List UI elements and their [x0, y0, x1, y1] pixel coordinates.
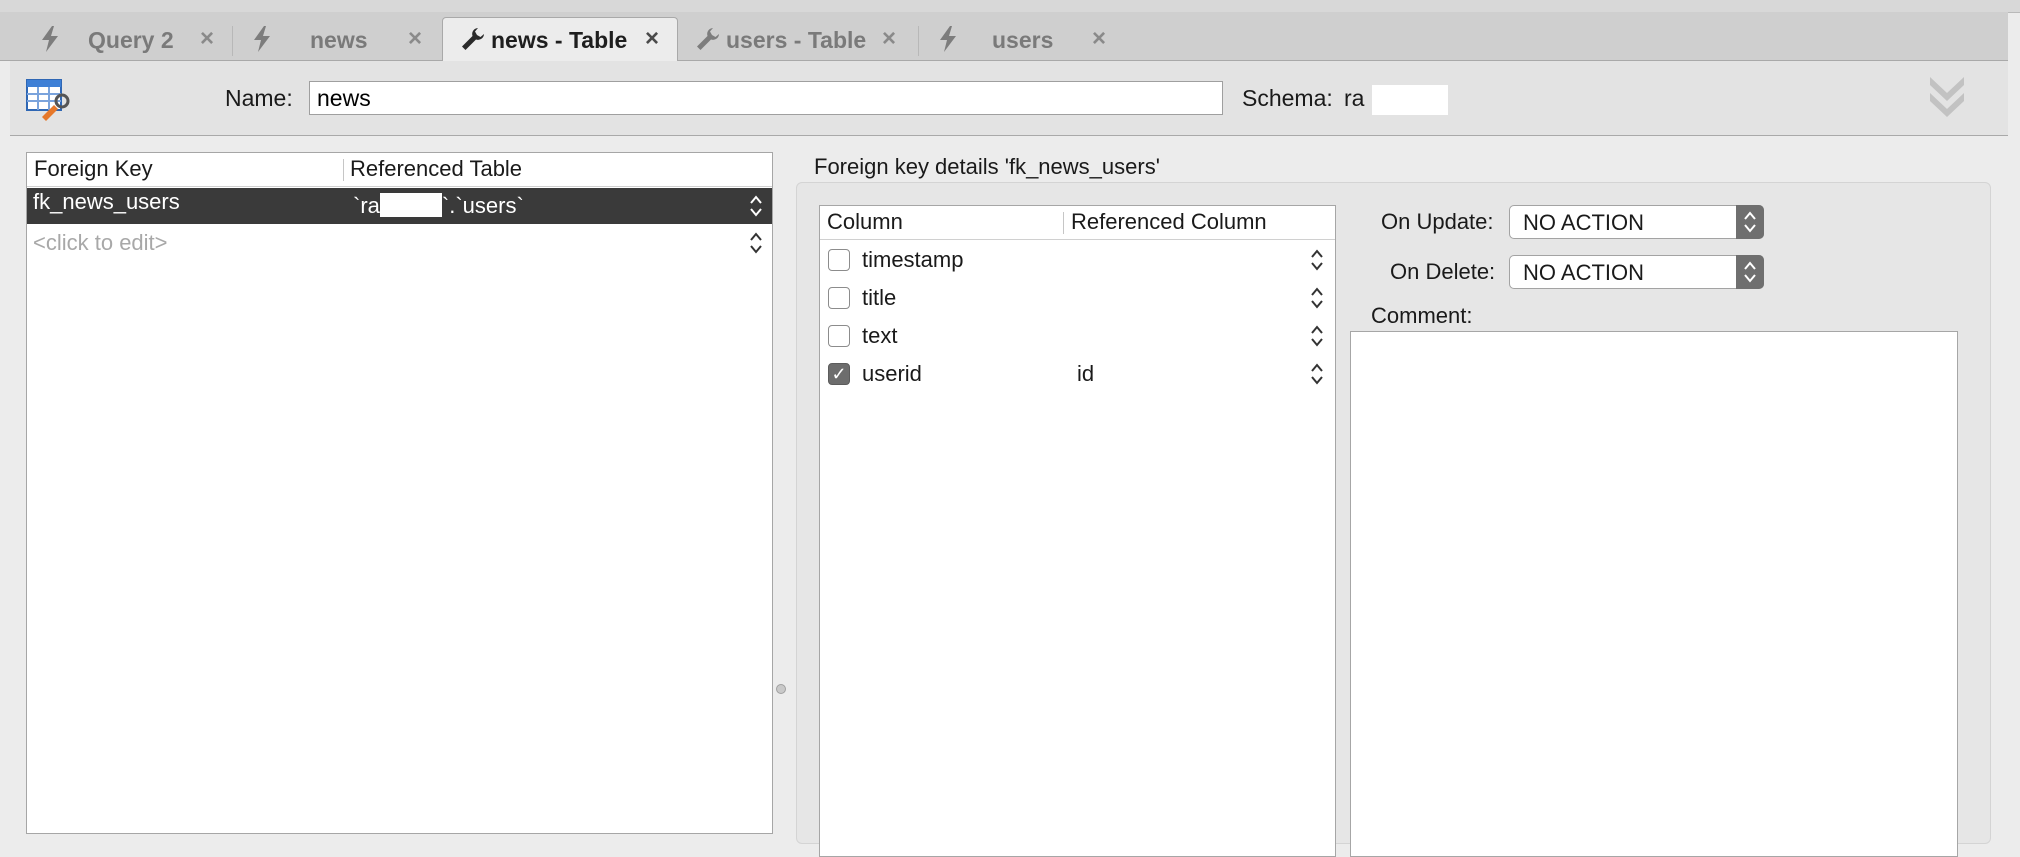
on-update-select[interactable]: NO ACTION [1509, 205, 1764, 239]
comment-label: Comment: [1371, 303, 1473, 328]
schema-value: ra [1344, 85, 1365, 111]
column-name: title [862, 285, 897, 310]
column-header-referenced-table[interactable]: Referenced Table [350, 153, 522, 185]
updown-arrows-icon[interactable] [1310, 248, 1324, 272]
foreign-keys-table: Foreign Key Referenced Table fk_news_use… [26, 152, 773, 834]
close-icon[interactable]: × [408, 25, 422, 53]
wrench-icon [692, 24, 724, 54]
tab-label: news - Table [491, 27, 628, 53]
tab-bar: Query 2 × news × news - Table × users - … [0, 12, 2008, 67]
updown-arrows-icon[interactable] [1736, 205, 1764, 239]
column-header-referenced-column[interactable]: Referenced Column [1071, 206, 1267, 238]
tab-news-table[interactable]: news - Table × [442, 17, 678, 67]
header-separator [343, 159, 344, 181]
foreign-key-details-title: Foreign key details 'fk_news_users' [814, 154, 1160, 179]
table-name-input[interactable] [309, 81, 1223, 115]
header-separator [1063, 212, 1064, 234]
table-editor-icon [26, 77, 70, 121]
foreign-key-details-panel: Column Referenced Column timestamp title [796, 182, 1991, 857]
updown-arrows-icon[interactable] [749, 231, 763, 255]
table-row[interactable]: ✓ userid id [820, 356, 1335, 392]
close-icon[interactable]: × [1092, 25, 1106, 53]
ref-suffix: `.`users` [441, 193, 524, 218]
on-delete-label: On Delete: [1390, 259, 1496, 284]
tab-label: users - Table [726, 27, 867, 53]
foreign-key-name[interactable]: fk_news_users [33, 184, 180, 220]
tab-news[interactable]: news × [236, 18, 436, 60]
lightning-icon [34, 24, 66, 54]
updown-arrows-icon[interactable] [1736, 255, 1764, 289]
close-icon[interactable]: × [200, 25, 214, 53]
tab-users-table[interactable]: users - Table × [684, 18, 916, 60]
tab-separator [232, 26, 233, 56]
column-checkbox[interactable] [828, 325, 850, 347]
schema-redaction [1372, 85, 1448, 115]
name-label: Name: [225, 85, 293, 111]
updown-arrows-icon[interactable] [749, 194, 763, 218]
split-view-handle[interactable] [776, 684, 786, 694]
close-icon[interactable]: × [882, 25, 896, 53]
tab-users[interactable]: users × [922, 18, 1122, 60]
on-update-label: On Update: [1381, 209, 1494, 234]
updown-arrows-icon[interactable] [1310, 324, 1324, 348]
tab-label: users [992, 27, 1054, 53]
table-header-bar: Name: Schema: ra [10, 61, 2008, 136]
ref-prefix: `ra [353, 193, 380, 218]
redaction [379, 193, 442, 217]
tab-label: Query 2 [88, 27, 174, 53]
column-name: userid [862, 361, 922, 386]
foreign-keys-editor: Foreign Key Referenced Table fk_news_use… [10, 136, 2008, 857]
updown-arrows-icon[interactable] [1310, 362, 1324, 386]
header-divider [820, 239, 1335, 240]
referenced-column-value[interactable]: id [1077, 356, 1094, 392]
table-row[interactable]: title [820, 280, 1335, 316]
table-row[interactable]: text [820, 318, 1335, 354]
table-row[interactable]: timestamp [820, 242, 1335, 278]
on-delete-value: NO ACTION [1523, 260, 1645, 285]
collapse-chevron-icon[interactable] [1926, 73, 1968, 119]
tab-separator [918, 26, 919, 56]
column-header-column[interactable]: Column [827, 206, 903, 238]
column-checkbox[interactable] [828, 287, 850, 309]
lightning-icon [246, 24, 278, 54]
tab-label: news [310, 27, 368, 53]
referenced-table-value[interactable]: `ra `.`users` [353, 188, 524, 224]
tab-query-2[interactable]: Query 2 × [28, 18, 228, 60]
column-name: timestamp [862, 247, 964, 272]
wrench-icon [457, 24, 489, 54]
column-header-foreign-key[interactable]: Foreign Key [34, 153, 153, 185]
on-delete-select[interactable]: NO ACTION [1509, 255, 1764, 289]
new-foreign-key-row[interactable]: <click to edit> [27, 225, 772, 261]
schema-label: Schema: [1242, 85, 1333, 111]
on-update-value: NO ACTION [1523, 210, 1645, 235]
lightning-icon [932, 24, 964, 54]
updown-arrows-icon[interactable] [1310, 286, 1324, 310]
column-checkbox[interactable]: ✓ [828, 363, 850, 385]
column-name: text [862, 323, 898, 348]
close-icon[interactable]: × [645, 25, 659, 53]
comment-textarea[interactable] [1350, 331, 1958, 857]
column-checkbox[interactable] [828, 249, 850, 271]
click-to-edit-placeholder[interactable]: <click to edit> [33, 225, 168, 261]
columns-mapping-table: Column Referenced Column timestamp title [819, 205, 1336, 857]
table-row[interactable]: fk_news_users `ra `.`users` [27, 188, 772, 224]
